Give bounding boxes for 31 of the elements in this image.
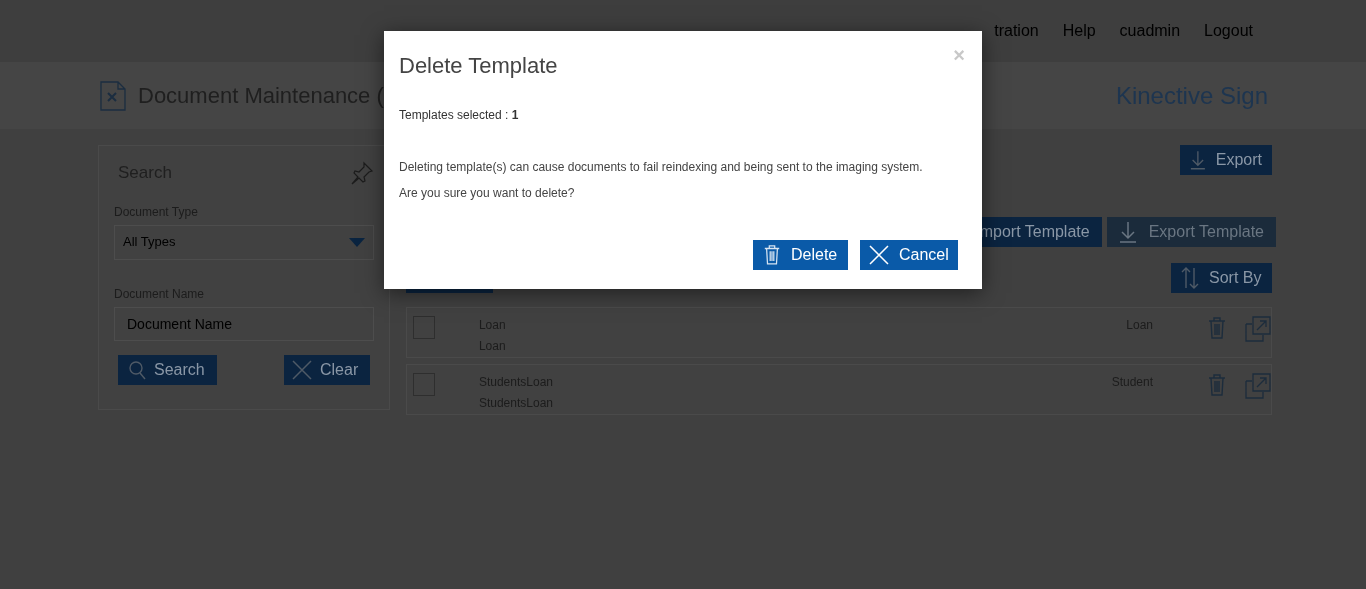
download-icon — [1190, 149, 1206, 171]
trash-icon — [1207, 316, 1227, 340]
trash-icon — [763, 244, 781, 266]
delete-button[interactable]: Delete — [753, 240, 848, 270]
document-type-select[interactable]: All Types — [114, 224, 374, 260]
nav-link[interactable]: tration — [994, 19, 1039, 43]
close-icon — [292, 359, 312, 380]
cancel-button[interactable]: Cancel — [860, 240, 958, 270]
nav-link[interactable]: Help — [1062, 19, 1096, 43]
pin-icon[interactable] — [350, 160, 374, 185]
clear-button[interactable]: Clear — [284, 354, 370, 385]
open-external-icon[interactable] — [1245, 373, 1271, 399]
dropdown-arrow-icon — [349, 237, 365, 247]
sort-button[interactable]: Sort By — [1171, 263, 1272, 293]
download-icon — [1118, 221, 1137, 243]
close-button[interactable]: × — [953, 45, 965, 65]
selected-count: Templates selected : 1 — [399, 107, 520, 124]
warning-message: Deleting template(s) can cause documents to fail reindexing and being sent to the imaging system. — [399, 159, 924, 176]
document-icon — [100, 80, 126, 111]
search-button[interactable]: Search — [118, 354, 217, 385]
export-button[interactable]: Export — [1180, 145, 1272, 175]
document-name-field[interactable]: Document Name — [114, 306, 374, 341]
dialog-title: Delete Template — [399, 52, 558, 80]
nav-link[interactable]: Logout — [1204, 19, 1253, 43]
open-external-icon[interactable] — [1245, 316, 1271, 342]
nav-link[interactable]: cuadmin — [1119, 19, 1181, 43]
search-icon — [128, 359, 146, 380]
sort-icon — [1181, 267, 1199, 289]
close-icon — [869, 245, 889, 265]
trash-icon — [1207, 373, 1227, 397]
confirm-question: Are you sure you want to delete? — [399, 185, 576, 202]
